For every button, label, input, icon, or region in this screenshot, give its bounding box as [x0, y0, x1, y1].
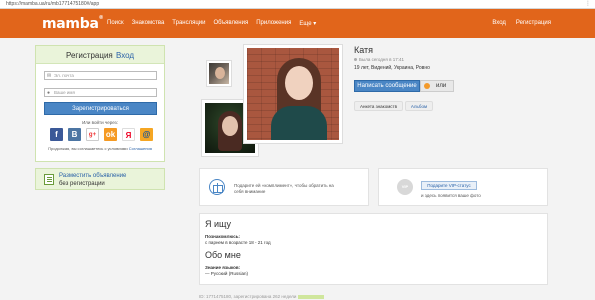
progress-bar: [298, 294, 325, 299]
place-ad-box[interactable]: Разместить объявление без регистрации: [35, 168, 165, 190]
facebook-icon[interactable]: f: [50, 128, 63, 141]
registration-panel: Регистрация Вход ✉ Эл. почта ● Ваше имя …: [35, 45, 165, 162]
mamba-logo[interactable]: mamba®: [42, 15, 104, 32]
register-link[interactable]: Регистрация: [516, 20, 551, 26]
auth-nav: Вход Регистрация: [492, 20, 551, 26]
profile-info: 19 лет, Видений, Украина, Ровно: [354, 65, 430, 71]
place-ad-link[interactable]: Разместить объявление: [59, 173, 126, 179]
heart-icon: [424, 83, 430, 89]
nav-search[interactable]: Поиск: [107, 20, 124, 27]
social-login-icons: f В g+ ok Я @: [50, 128, 153, 141]
vip-badge-icon: VIP: [397, 179, 413, 195]
or-label: или: [436, 83, 447, 89]
tab-album[interactable]: Альбом: [405, 101, 433, 111]
odnoklassniki-icon[interactable]: ok: [104, 128, 117, 141]
url-text[interactable]: https://mamba.ua/ru/mb1771475180#/app: [6, 1, 99, 7]
profile-bio: Я ищу Познакомлюсь: с парнем в возрасте …: [199, 213, 548, 285]
gift-text: Подарите ей «комплимент», чтобы обратить…: [234, 183, 334, 194]
mailru-icon[interactable]: @: [140, 128, 153, 141]
profile-footer: ID: 1771475180, зарегистрирована 262 нед…: [199, 294, 325, 299]
menu-dots-icon[interactable]: ⋮: [585, 0, 591, 7]
vip-card: VIP Подарите VIP-статус и здесь появится…: [378, 168, 548, 206]
nav-ads[interactable]: Объявления: [214, 20, 249, 27]
languages-key: Знание языков:: [205, 265, 241, 270]
browser-address-bar[interactable]: https://mamba.ua/ru/mb1771475180#/app ⋮: [0, 0, 595, 9]
name-placeholder: Ваше имя: [54, 90, 75, 95]
mail-icon: ✉: [47, 73, 52, 79]
chevron-down-icon: ▾: [313, 21, 317, 27]
seeking-key: Познакомлюсь:: [205, 234, 241, 239]
social-login-label: Или войти через:: [82, 120, 118, 125]
gift-compliment-card[interactable]: Подарите ей «комплимент», чтобы обратить…: [199, 168, 369, 206]
name-field[interactable]: ● Ваше имя: [44, 88, 157, 97]
vkontakte-icon[interactable]: В: [68, 128, 81, 141]
nav-apps[interactable]: Приложения: [256, 20, 291, 27]
nav-broadcasts[interactable]: Трансляции: [172, 20, 205, 27]
nav-dating[interactable]: Знакомства: [132, 20, 165, 27]
email-field[interactable]: ✉ Эл. почта: [44, 71, 157, 80]
profile-photo-thumb[interactable]: [206, 60, 232, 87]
place-ad-subtitle: без регистрации: [59, 181, 105, 187]
yandex-icon[interactable]: Я: [122, 128, 135, 141]
last-seen-status: Была сегодня в 17:41: [354, 57, 404, 62]
profile-photo-main[interactable]: [243, 44, 343, 144]
registration-tabs: Регистрация Вход: [36, 46, 164, 64]
google-plus-icon[interactable]: g+: [86, 128, 99, 141]
terms-text: Продолжая, вы соглашаетесь с условиями С…: [48, 146, 152, 151]
terms-link[interactable]: Соглашения: [129, 146, 152, 151]
main-nav: Поиск Знакомства Трансляции Объявления П…: [107, 20, 316, 27]
document-icon: [44, 174, 54, 185]
top-bar: mamba® Поиск Знакомства Трансляции Объяв…: [0, 9, 595, 38]
user-icon: ●: [47, 90, 51, 96]
login-link[interactable]: Вход: [492, 20, 506, 26]
seeking-title: Я ищу: [205, 219, 232, 229]
like-button[interactable]: или: [420, 80, 454, 92]
tab-login[interactable]: Вход: [116, 51, 134, 60]
tab-register[interactable]: Регистрация: [66, 51, 113, 60]
email-placeholder: Эл. почта: [54, 73, 74, 78]
profile-name: Катя: [354, 45, 374, 55]
vip-text: и здесь появится ваше фото: [421, 193, 481, 198]
send-message-button[interactable]: Написать сообщение: [354, 80, 420, 92]
about-title: Обо мне: [205, 250, 241, 260]
tab-dating-profile[interactable]: Анкета знакомств: [354, 101, 403, 111]
languages-value: — Русский (Russian): [205, 271, 248, 276]
nav-more[interactable]: Еще ▾: [299, 20, 316, 27]
gift-icon: [209, 179, 225, 195]
seeking-value: с парнем в возрасте 18 - 21 год: [205, 240, 271, 245]
gift-vip-button[interactable]: Подарите VIP-статус: [421, 181, 477, 190]
register-button[interactable]: Зарегистрироваться: [44, 102, 157, 115]
